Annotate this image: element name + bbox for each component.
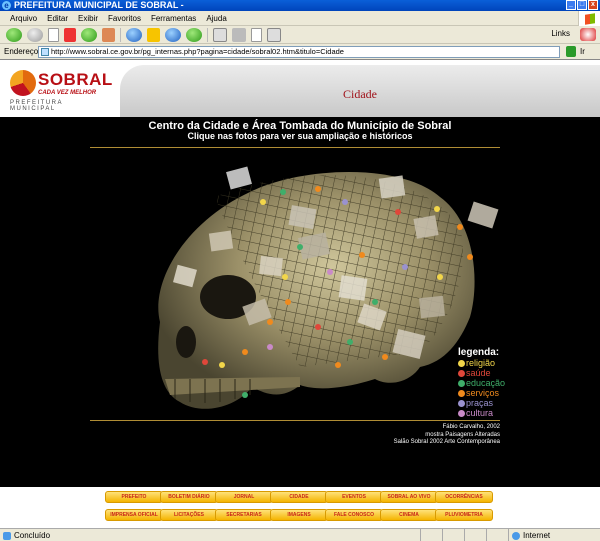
legend-item-religiao: religião [458,358,505,368]
status-cells [420,529,508,541]
logo-tagline: CADA VEZ MELHOR [38,90,97,96]
page-title: Cidade [343,87,377,101]
culture-dot-icon [458,409,465,417]
map-legend: legenda: religião saúde educação serviço… [458,347,505,418]
nav-prefeito[interactable]: PREFEITO [105,491,163,503]
browser-toolbar [0,26,600,44]
bottom-divider [90,420,500,421]
image-credits: Fábio Carvalho, 2002 mostra Paisagens Al… [393,424,500,445]
health-dot-icon [458,369,465,377]
nav-sobral-ao-vivo[interactable]: SOBRAL AO VIVO [380,491,438,503]
status-text: Concluído [14,531,51,540]
mail-icon[interactable] [213,27,227,42]
nav-imprensa-oficial[interactable]: IMPRENSA OFICIAL [105,509,163,521]
menu-exibir[interactable]: Exibir [78,14,98,23]
nav-boletim-diario[interactable]: BOLETIM DIÁRIO [160,491,218,503]
home-icon[interactable] [102,27,115,42]
window-title: PREFEITURA MUNICIPAL DE SOBRAL - [14,0,184,10]
nav-secretarias[interactable]: SECRETARIAS [215,509,273,521]
window-titlebar: e PREFEITURA MUNICIPAL DE SOBRAL - _ □ x [0,0,600,11]
globe-icon [512,532,520,540]
services-dot-icon [458,389,465,397]
stop-icon[interactable] [64,27,76,42]
nav-ocorrencias[interactable]: OCORRÊNCIAS [435,491,493,503]
window-controls: _ □ x [566,0,598,10]
nav-cidade[interactable]: CIDADE [270,491,328,503]
back-icon[interactable] [6,27,22,42]
refresh-icon[interactable] [81,27,97,42]
ie-app-icon: e [2,1,11,10]
security-zone: Internet [508,529,550,541]
edit-icon[interactable] [251,27,262,42]
nav-eventos[interactable]: EVENTOS [325,491,383,503]
menu-favoritos[interactable]: Favoritos [108,14,141,23]
links-label[interactable]: Links [551,29,570,38]
print-icon[interactable] [232,27,246,42]
zone-label: Internet [523,531,551,540]
nav-fale-conosco[interactable]: FALE CONOSCO [325,509,383,521]
legend-item-cultura: cultura [458,408,505,418]
address-input[interactable]: http://www.sobral.ce.gov.br/pg_internas.… [38,46,560,58]
close-icon[interactable]: x [588,0,598,10]
legend-item-saude: saúde [458,368,505,378]
go-arrow-icon[interactable] [566,46,576,57]
menu-editar[interactable]: Editar [47,14,68,23]
logo-subtitle: PREFEITURA MUNICIPAL [10,100,63,112]
search-icon[interactable] [126,27,142,42]
nav-pluviometria[interactable]: PLUVIOMETRIA [435,509,493,521]
maximize-icon[interactable]: □ [577,0,587,10]
sobral-logo-icon [10,70,36,96]
header-banner: Cidade [120,65,600,117]
logo-name: SOBRAL [38,70,113,89]
forward-icon[interactable] [27,27,43,42]
minimize-icon[interactable]: _ [566,0,576,10]
menu-arquivo[interactable]: Arquivo [10,14,37,23]
nav-cinema[interactable]: CINEMA [380,509,438,521]
menu-ferramentas[interactable]: Ferramentas [151,14,196,23]
windows-logo-icon [578,11,600,26]
menu-bar: Arquivo Editar Exibir Favoritos Ferramen… [0,11,600,26]
status-bar: Concluído Internet [0,528,600,541]
favorites-icon[interactable] [147,27,160,42]
religion-dot-icon [458,359,465,367]
content-panel: Centro da Cidade e Área Tombada do Munic… [0,117,600,487]
nav-imagens[interactable]: IMAGENS [270,509,328,521]
history-icon[interactable] [186,27,202,42]
page-favicon-icon [41,48,49,56]
nav-jornal[interactable]: JORNAL [215,491,273,503]
messenger-icon[interactable] [580,28,596,41]
go-button[interactable]: Ir [580,47,585,56]
education-dot-icon [458,379,465,387]
legend-item-educacao: educação [458,378,505,388]
media-icon[interactable] [165,27,181,42]
page-icon[interactable] [48,27,59,42]
legend-title: legenda: [458,347,500,358]
done-icon [3,532,11,540]
menu-ajuda[interactable]: Ajuda [206,14,226,23]
squares-dot-icon [458,399,465,407]
legend-item-servicos: serviços [458,388,505,398]
skull-map-image[interactable] [0,117,600,487]
address-url: http://www.sobral.ce.gov.br/pg_internas.… [51,47,344,56]
address-label: Endereço [4,47,39,56]
discuss-icon[interactable] [267,27,281,42]
sobral-logo[interactable]: SOBRAL CADA VEZ MELHOR PREFEITURA MUNICI… [10,70,113,112]
page-viewport: SOBRAL CADA VEZ MELHOR PREFEITURA MUNICI… [0,60,600,528]
site-header: SOBRAL CADA VEZ MELHOR PREFEITURA MUNICI… [0,60,600,117]
nav-licitacoes[interactable]: LICITAÇÕES [160,509,218,521]
legend-item-pracas: praças [458,398,505,408]
